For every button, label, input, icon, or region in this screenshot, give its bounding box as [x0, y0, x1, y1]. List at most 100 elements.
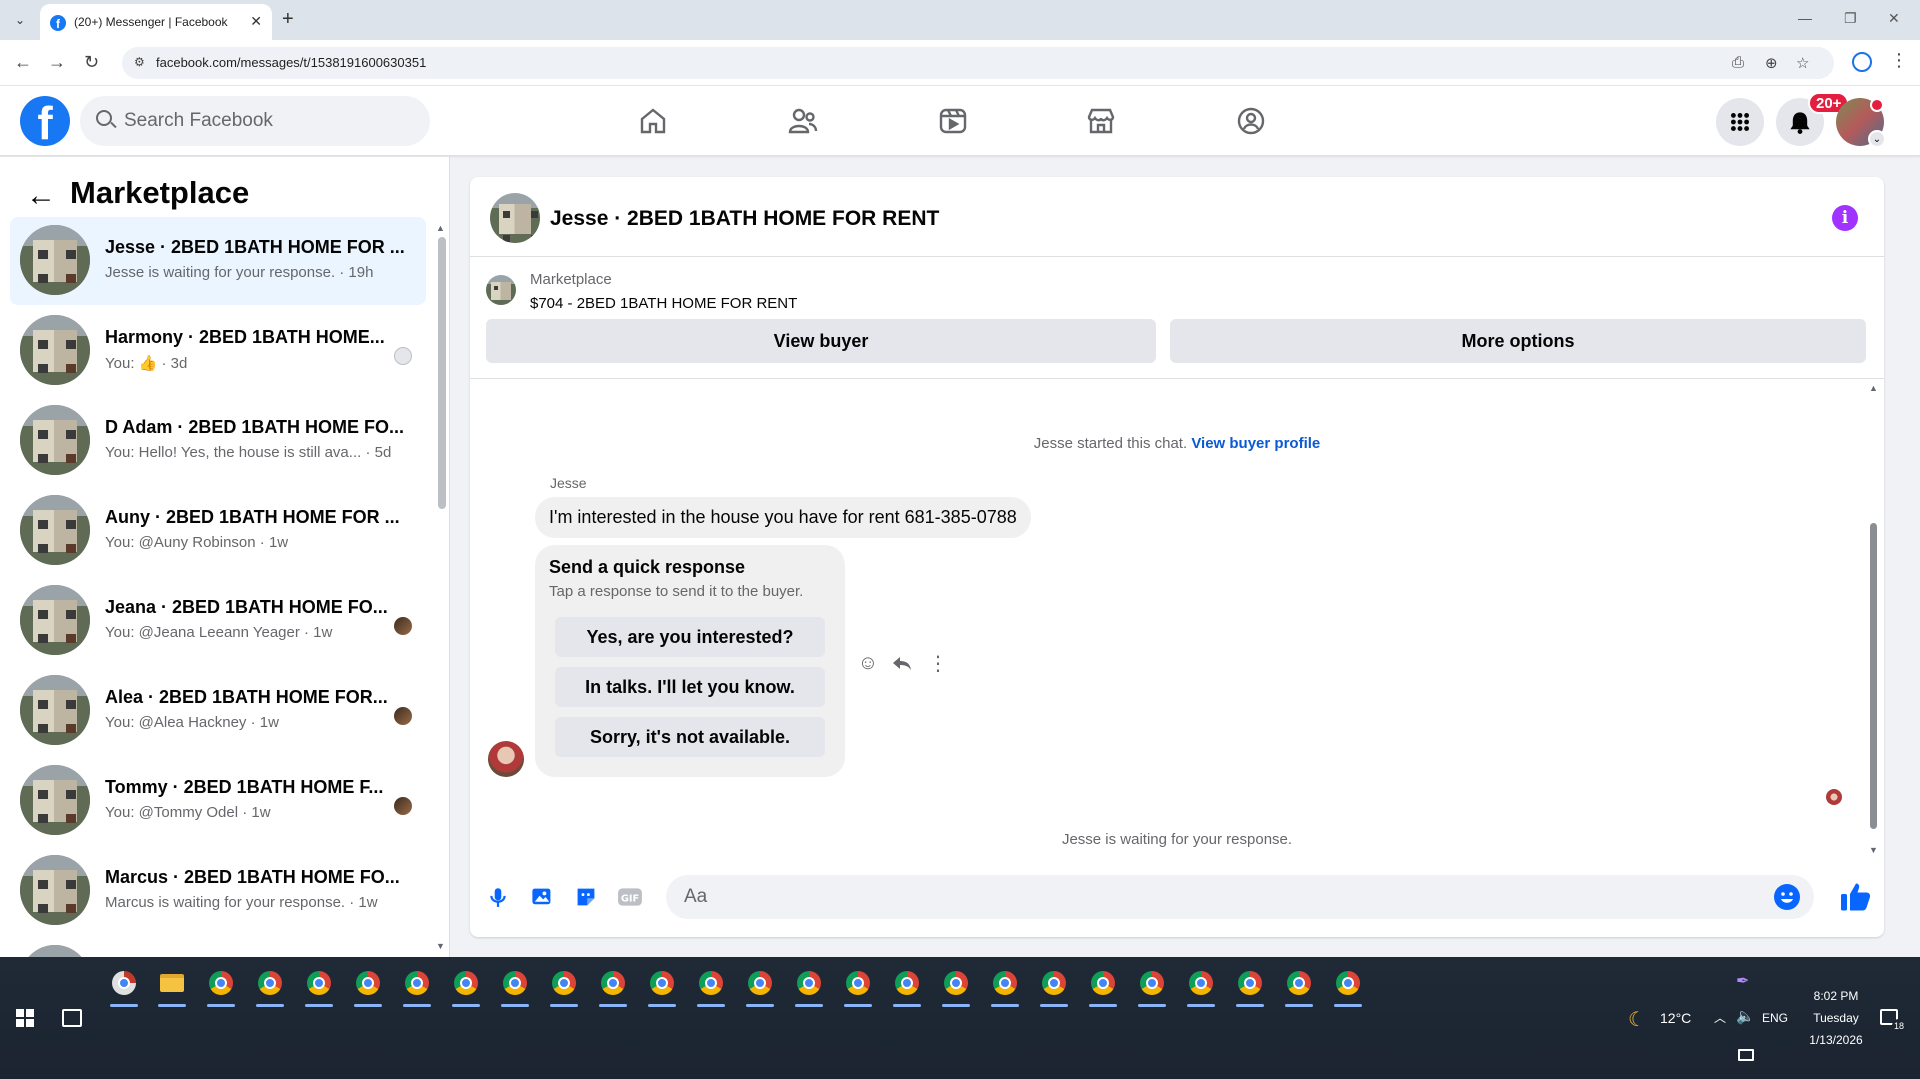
- clock-date[interactable]: 1/13/2026: [1798, 1033, 1874, 1047]
- chrome-icon[interactable]: [1134, 965, 1170, 1007]
- tab-close-icon[interactable]: ✕: [250, 13, 262, 30]
- site-info-icon[interactable]: ⚙: [134, 55, 150, 71]
- tray-app-feather-icon[interactable]: ✒: [1736, 971, 1749, 991]
- scroll-up-icon[interactable]: ▲: [1869, 383, 1878, 393]
- conversation-item[interactable]: Auny · 2BED 1BATH HOME FOR ... You: @Aun…: [10, 487, 426, 575]
- conversation-item[interactable]: Harmony · 2BED 1BATH HOME... You: 👍 · 3d: [10, 307, 426, 395]
- sticker-icon[interactable]: [572, 883, 600, 911]
- chrome-icon[interactable]: [595, 965, 631, 1007]
- show-hidden-icons-chevron-icon[interactable]: ︿: [1714, 1009, 1726, 1026]
- emoji-icon[interactable]: [1774, 884, 1800, 910]
- chrome-icon[interactable]: [987, 965, 1023, 1007]
- message-input[interactable]: [684, 885, 1764, 909]
- marketplace-icon[interactable]: [1078, 98, 1124, 144]
- chrome-icon[interactable]: [350, 965, 386, 1007]
- quick-response-button[interactable]: Yes, are you interested?: [555, 617, 825, 657]
- chrome-icon[interactable]: [889, 965, 925, 1007]
- search-input[interactable]: [124, 108, 414, 134]
- view-buyer-profile-link[interactable]: View buyer profile: [1191, 435, 1320, 452]
- thumbs-up-icon[interactable]: [1838, 879, 1874, 915]
- listing-thumbnail[interactable]: [486, 275, 516, 305]
- microphone-icon[interactable]: [484, 883, 512, 911]
- search-box[interactable]: [80, 96, 430, 146]
- info-icon[interactable]: i: [1832, 205, 1858, 231]
- chat-avatar[interactable]: [490, 193, 540, 243]
- browser-tab[interactable]: f (20+) Messenger | Facebook ✕: [40, 4, 272, 40]
- clock-time[interactable]: 8:02 PM: [1806, 989, 1866, 1003]
- chrome-icon[interactable]: [791, 965, 827, 1007]
- quick-response-button[interactable]: Sorry, it's not available.: [555, 717, 825, 757]
- react-emoji-icon[interactable]: ☺: [856, 651, 880, 675]
- sender-avatar[interactable]: [488, 741, 524, 777]
- chrome-icon[interactable]: [1281, 965, 1317, 1007]
- friends-icon[interactable]: [780, 98, 826, 144]
- back-arrow-icon[interactable]: ←: [26, 179, 56, 213]
- conversation-item[interactable]: Jeana · 2BED 1BATH HOME FO... You: @Jean…: [10, 577, 426, 665]
- browser-profile-icon[interactable]: [1852, 52, 1872, 72]
- chrome-icon[interactable]: [1183, 965, 1219, 1007]
- bookmark-star-icon[interactable]: ☆: [1796, 54, 1809, 72]
- browser-menu-icon[interactable]: ⋮: [1890, 50, 1908, 71]
- view-buyer-button[interactable]: View buyer: [486, 319, 1156, 363]
- taskbar-app-icon[interactable]: [106, 965, 142, 1007]
- new-tab-icon[interactable]: +: [282, 8, 294, 31]
- chrome-icon[interactable]: [1330, 965, 1366, 1007]
- message-input-box[interactable]: [666, 875, 1814, 919]
- window-close-icon[interactable]: ✕: [1888, 10, 1900, 27]
- chrome-icon[interactable]: [693, 965, 729, 1007]
- incoming-message-bubble[interactable]: I'm interested in the house you have for…: [535, 497, 1031, 538]
- omnibox[interactable]: ⚙ facebook.com/messages/t/15381916006303…: [122, 47, 1834, 79]
- install-app-icon[interactable]: ⎙: [1732, 54, 1744, 71]
- chrome-icon[interactable]: [1036, 965, 1072, 1007]
- conversation-item[interactable]: [10, 937, 426, 957]
- scroll-down-icon[interactable]: ▼: [436, 941, 445, 951]
- chrome-icon[interactable]: [203, 965, 239, 1007]
- chrome-icon[interactable]: [1085, 965, 1121, 1007]
- facebook-logo-icon[interactable]: f: [20, 96, 70, 146]
- account-chevron-down-icon[interactable]: ⌄: [1868, 130, 1886, 148]
- forward-icon[interactable]: →: [48, 52, 66, 73]
- weather-moon-icon[interactable]: ☾: [1628, 1007, 1646, 1032]
- input-language[interactable]: ENG: [1762, 1011, 1788, 1025]
- chrome-icon[interactable]: [938, 965, 974, 1007]
- conversation-item[interactable]: Tommy · 2BED 1BATH HOME F... You: @Tommy…: [10, 757, 426, 845]
- restore-icon[interactable]: ❐: [1844, 10, 1857, 27]
- video-icon[interactable]: [930, 98, 976, 144]
- chrome-icon[interactable]: [399, 965, 435, 1007]
- conversation-item[interactable]: Jesse · 2BED 1BATH HOME FOR ... Jesse is…: [10, 217, 426, 305]
- back-icon[interactable]: ←: [14, 52, 32, 73]
- chrome-icon[interactable]: [840, 965, 876, 1007]
- photo-icon[interactable]: [528, 883, 556, 911]
- menu-grid-icon[interactable]: [1716, 98, 1764, 146]
- chat-title[interactable]: Jesse · 2BED 1BATH HOME FOR RENT: [550, 207, 939, 231]
- chrome-icon[interactable]: [742, 965, 778, 1007]
- chrome-icon[interactable]: [497, 965, 533, 1007]
- sidebar-scrollbar-thumb[interactable]: [438, 237, 446, 509]
- listing-price[interactable]: $704 - 2BED 1BATH HOME FOR RENT: [530, 295, 797, 312]
- file-explorer-icon[interactable]: [154, 965, 190, 1007]
- gif-icon[interactable]: GIF: [616, 883, 644, 911]
- reply-icon[interactable]: [890, 651, 914, 675]
- chrome-icon[interactable]: [546, 965, 582, 1007]
- more-actions-icon[interactable]: ⋮: [926, 651, 950, 675]
- messages-scrollbar-thumb[interactable]: [1870, 523, 1877, 829]
- scroll-up-icon[interactable]: ▲: [436, 223, 445, 233]
- chrome-icon[interactable]: [252, 965, 288, 1007]
- temperature[interactable]: 12°C: [1660, 1010, 1691, 1026]
- conversation-item[interactable]: D Adam · 2BED 1BATH HOME FO... You: Hell…: [10, 397, 426, 485]
- minimize-icon[interactable]: —: [1798, 10, 1812, 26]
- url-text[interactable]: facebook.com/messages/t/1538191600630351: [156, 55, 426, 70]
- reload-icon[interactable]: ↻: [84, 52, 99, 73]
- windows-start-icon[interactable]: [16, 1009, 34, 1027]
- task-view-icon[interactable]: [62, 1009, 82, 1027]
- groups-icon[interactable]: [1228, 98, 1274, 144]
- chrome-icon[interactable]: [448, 965, 484, 1007]
- home-icon[interactable]: [630, 98, 676, 144]
- chrome-icon[interactable]: [301, 965, 337, 1007]
- zoom-icon[interactable]: ⊕: [1765, 54, 1778, 72]
- conversation-item[interactable]: Marcus · 2BED 1BATH HOME FO... Marcus is…: [10, 847, 426, 935]
- quick-response-button[interactable]: In talks. I'll let you know.: [555, 667, 825, 707]
- volume-icon[interactable]: 🔈: [1736, 1007, 1755, 1025]
- tab-search-chevron-icon[interactable]: ⌄: [10, 10, 30, 30]
- clock-day[interactable]: Tuesday: [1806, 1011, 1866, 1025]
